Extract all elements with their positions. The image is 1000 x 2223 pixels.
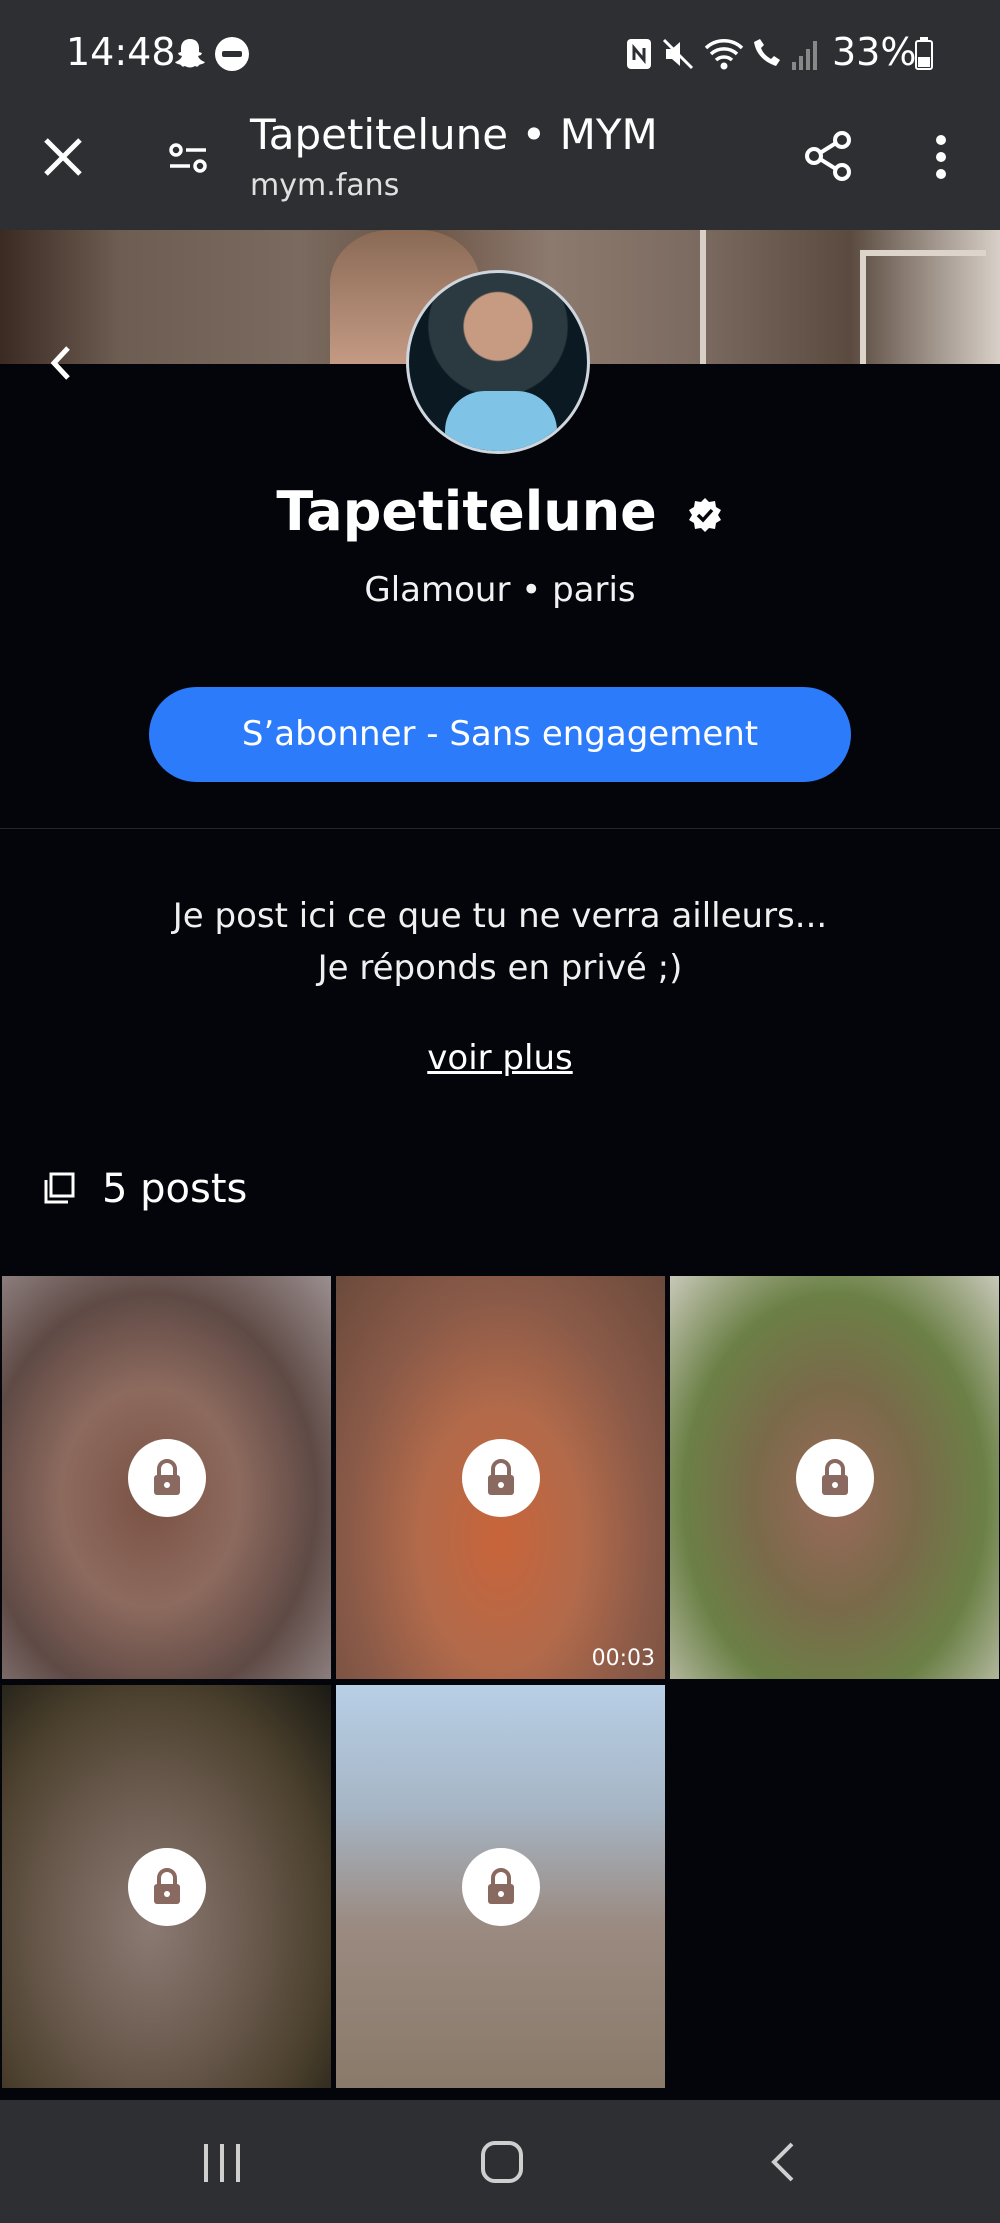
post-tile[interactable]: 00:03 (336, 1276, 665, 1679)
signal-icon (790, 36, 820, 76)
share-icon[interactable] (800, 128, 856, 188)
video-duration: 00:03 (591, 1646, 655, 1671)
bio-line-1: Je post ici ce que tu ne verra ailleurs.… (172, 896, 828, 936)
mute-icon (660, 36, 696, 76)
status-time: 14:48 (66, 30, 176, 74)
divider (0, 828, 1000, 829)
posts-count: 5 posts (102, 1166, 248, 1212)
post-tile[interactable] (336, 1685, 665, 2088)
recent-apps-icon[interactable] (200, 2142, 244, 2188)
status-bar: 14:48 33% (0, 0, 1000, 112)
lock-icon (461, 1438, 540, 1517)
battery-icon (914, 36, 934, 76)
subscribe-button[interactable]: S’abonner - Sans engagement (149, 687, 851, 782)
tab-url[interactable]: mym.fans (250, 168, 399, 203)
lock-icon (461, 1847, 540, 1926)
home-icon[interactable] (480, 2140, 524, 2188)
posts-icon (42, 1172, 76, 1210)
profile-name-row: Tapetitelune (0, 480, 1000, 547)
see-more-link[interactable]: voir plus (0, 1038, 1000, 1078)
post-tile[interactable] (670, 1276, 999, 1679)
profile-name: Tapetitelune (276, 480, 657, 543)
do-not-disturb-icon (214, 36, 250, 76)
avatar (406, 270, 590, 454)
system-navigation-bar (0, 2100, 1000, 2223)
lock-icon (795, 1438, 874, 1517)
profile-subtitle: Glamour • paris (364, 570, 636, 610)
site-settings-icon[interactable] (166, 136, 210, 184)
wifi-call-icon (748, 36, 782, 76)
tab-title: Tapetitelune • MYM (250, 110, 658, 159)
lock-icon (127, 1847, 206, 1926)
close-icon[interactable] (40, 134, 86, 184)
wifi-icon (704, 36, 744, 76)
post-tile[interactable] (2, 1685, 331, 2088)
post-tile[interactable] (2, 1276, 331, 1679)
nfc-icon (624, 36, 654, 76)
battery-percent: 33% (832, 30, 917, 74)
bio-line-2: Je réponds en privé ;) (317, 948, 683, 988)
more-icon[interactable] (926, 134, 956, 184)
back-arrow-icon[interactable] (46, 344, 76, 386)
verified-badge-icon (686, 484, 724, 547)
back-icon[interactable] (768, 2140, 798, 2188)
lock-icon (127, 1438, 206, 1517)
snapchat-icon (172, 36, 208, 76)
